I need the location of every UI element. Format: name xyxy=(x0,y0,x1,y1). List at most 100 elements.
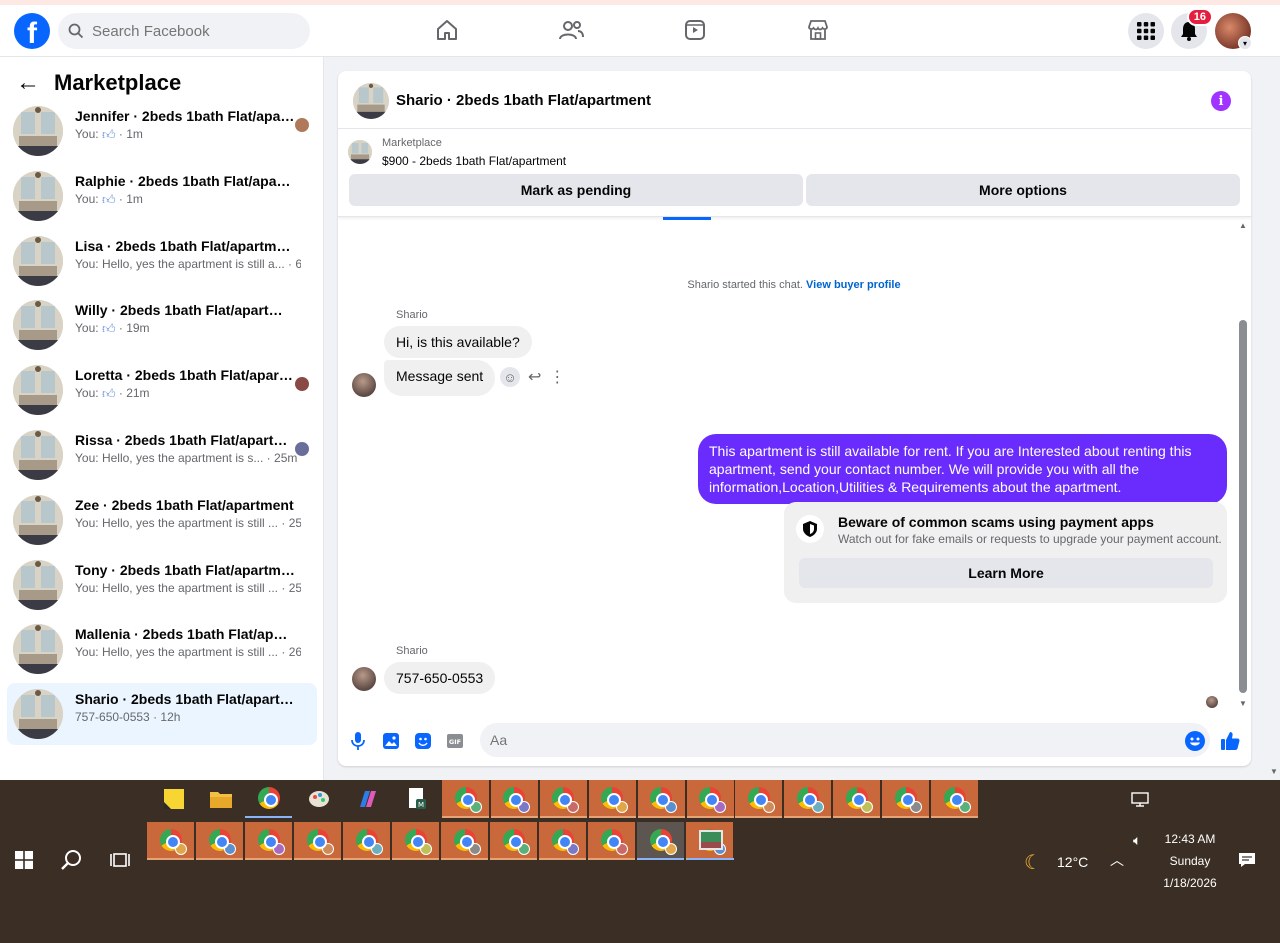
incoming-message[interactable]: 757-650-0553 xyxy=(384,662,496,694)
chrome-window-button[interactable] xyxy=(588,822,635,860)
conversation-subtitle: You: Hello, yes the apartment is s... · … xyxy=(75,451,298,465)
paint-icon[interactable] xyxy=(295,780,342,818)
weather-temperature[interactable]: 12°C xyxy=(1057,854,1088,870)
chrome-window-button[interactable] xyxy=(294,822,341,860)
thread-scrollbar[interactable]: ▲ ▼ xyxy=(1235,217,1251,711)
menu-grid-icon[interactable] xyxy=(1128,13,1164,49)
scrollbar-thumb[interactable] xyxy=(1239,320,1247,693)
photo-icon[interactable] xyxy=(381,731,401,751)
chrome-icon xyxy=(649,829,677,855)
scroll-up-arrow-icon[interactable]: ▲ xyxy=(1239,221,1247,230)
more-options-button[interactable]: More options xyxy=(806,174,1240,206)
conversation-item[interactable]: Rissa · 2beds 1bath Flat/apartm... You: H… xyxy=(7,424,317,486)
chrome-window-button[interactable] xyxy=(637,822,684,860)
conversation-subtitle: You: 👍︎ · 1m xyxy=(75,127,143,142)
image-viewer-icon[interactable] xyxy=(687,822,734,860)
outgoing-message[interactable]: This apartment is still available for re… xyxy=(698,434,1227,504)
chrome-window-button[interactable] xyxy=(147,822,194,860)
chrome-window-button[interactable] xyxy=(882,780,930,818)
moon-weather-icon[interactable]: ☾ xyxy=(1024,850,1042,875)
conversation-item[interactable]: Loretta · 2beds 1bath Flat/apart... You: … xyxy=(7,359,317,421)
conversation-item[interactable]: Jennifer · 2beds 1bath Flat/apart... You:… xyxy=(7,100,317,162)
scroll-down-arrow-icon[interactable]: ▼ xyxy=(1239,699,1247,708)
conversation-item[interactable]: Ralphie · 2beds 1bath Flat/apartm... You:… xyxy=(7,165,317,227)
search-box[interactable] xyxy=(58,13,310,49)
chrome-window-button[interactable] xyxy=(539,780,587,818)
watch-icon[interactable] xyxy=(680,15,710,45)
chevron-down-icon[interactable]: ▾ xyxy=(1238,36,1252,50)
incoming-message[interactable]: Hi, is this available? xyxy=(384,326,532,358)
notification-center-icon[interactable] xyxy=(1238,852,1256,871)
like-thumb-icon[interactable] xyxy=(1220,731,1240,751)
reply-icon[interactable]: ↩ xyxy=(528,367,541,387)
chrome-window-button[interactable] xyxy=(637,780,685,818)
conversation-item[interactable]: Willy · 2beds 1bath Flat/apartment You: 👍… xyxy=(7,294,317,356)
conversation-item[interactable]: Tony · 2beds 1bath Flat/apartment You: He… xyxy=(7,554,317,616)
back-arrow-icon[interactable]: ← xyxy=(16,69,40,97)
file-explorer-icon[interactable] xyxy=(197,780,244,818)
incoming-message[interactable]: Message sent xyxy=(384,360,496,396)
sender-avatar[interactable] xyxy=(352,667,376,691)
page-scrollbar[interactable]: ▼ xyxy=(1267,57,1280,780)
conversation-item[interactable]: Zee · 2beds 1bath Flat/apartment You: Hel… xyxy=(7,489,317,551)
notepad-icon[interactable]: M xyxy=(393,780,440,818)
listing-thumbnail[interactable] xyxy=(353,83,389,119)
marketplace-icon[interactable] xyxy=(803,15,833,45)
scam-warning-title: Beware of common scams using payment app… xyxy=(838,514,1154,530)
network-icon[interactable] xyxy=(1130,792,1150,811)
chrome-window-button[interactable] xyxy=(196,822,243,860)
listing-price[interactable]: $900 - 2beds 1bath Flat/apartment xyxy=(382,154,566,168)
sender-avatar[interactable] xyxy=(352,373,376,397)
conversation-item[interactable]: Shario · 2beds 1bath Flat/apartment 757-6… xyxy=(7,683,317,746)
notifications-button[interactable]: 16 xyxy=(1171,8,1213,49)
search-input[interactable] xyxy=(92,22,282,40)
emoji-icon[interactable] xyxy=(1185,731,1205,751)
clock-date[interactable]: 1/18/2026 xyxy=(1150,876,1230,890)
volume-icon[interactable]: 🔈︎ xyxy=(1133,832,1141,849)
friends-icon[interactable] xyxy=(556,15,586,45)
home-icon[interactable] xyxy=(432,15,462,45)
chrome-window-button[interactable] xyxy=(931,780,978,818)
more-vertical-icon[interactable]: ⋮ xyxy=(549,367,565,387)
chrome-window-button[interactable] xyxy=(490,822,537,860)
clock-day[interactable]: Sunday xyxy=(1150,854,1230,868)
conversation-time: 12h xyxy=(160,710,181,725)
conversation-item[interactable]: Mallenia · 2beds 1bath Flat/apart... You:… xyxy=(7,618,317,680)
chrome-icon[interactable] xyxy=(245,780,292,818)
copilot-icon[interactable] xyxy=(344,780,391,818)
conversation-item[interactable]: Lisa · 2beds 1bath Flat/apartment You: He… xyxy=(7,230,317,292)
clock-time[interactable]: 12:43 AM xyxy=(1150,832,1230,846)
learn-more-button[interactable]: Learn More xyxy=(799,558,1213,588)
listing-small-thumbnail[interactable] xyxy=(348,140,372,164)
gif-icon[interactable]: GIF xyxy=(445,731,465,751)
mark-as-pending-button[interactable]: Mark as pending xyxy=(349,174,803,206)
facebook-logo[interactable]: f xyxy=(14,13,50,49)
chrome-window-button[interactable] xyxy=(442,780,489,818)
chrome-window-button[interactable] xyxy=(833,780,881,818)
microphone-icon[interactable] xyxy=(348,731,368,751)
chrome-window-button[interactable] xyxy=(588,780,636,818)
chevron-up-icon[interactable]: ︿ xyxy=(1110,850,1124,870)
chrome-window-button[interactable] xyxy=(441,822,488,860)
windows-start-icon[interactable] xyxy=(0,841,47,879)
info-icon[interactable]: i xyxy=(1211,91,1231,111)
taskbar-search-icon[interactable] xyxy=(48,841,95,879)
room-photo-icon xyxy=(348,140,372,164)
chrome-window-button[interactable] xyxy=(490,780,538,818)
chrome-window-button[interactable] xyxy=(784,780,832,818)
chrome-window-button[interactable] xyxy=(392,822,439,860)
view-buyer-profile-link[interactable]: View buyer profile xyxy=(806,279,901,291)
sticky-notes-icon[interactable] xyxy=(150,780,197,818)
chrome-window-button[interactable] xyxy=(245,822,292,860)
room-photo-icon xyxy=(13,106,63,156)
chrome-window-button[interactable] xyxy=(686,780,734,818)
page-scroll-down-arrow-icon[interactable]: ▼ xyxy=(1270,767,1278,776)
task-view-icon[interactable] xyxy=(96,841,143,879)
message-thread[interactable]: Shario started this chat. View buyer pro… xyxy=(338,217,1251,711)
chrome-window-button[interactable] xyxy=(343,822,390,860)
chrome-window-button[interactable] xyxy=(539,822,586,860)
sticker-icon[interactable] xyxy=(413,731,433,751)
chrome-window-button[interactable] xyxy=(735,780,783,818)
react-emoji-icon[interactable]: ☺ xyxy=(500,367,520,387)
message-input[interactable] xyxy=(480,723,1210,757)
